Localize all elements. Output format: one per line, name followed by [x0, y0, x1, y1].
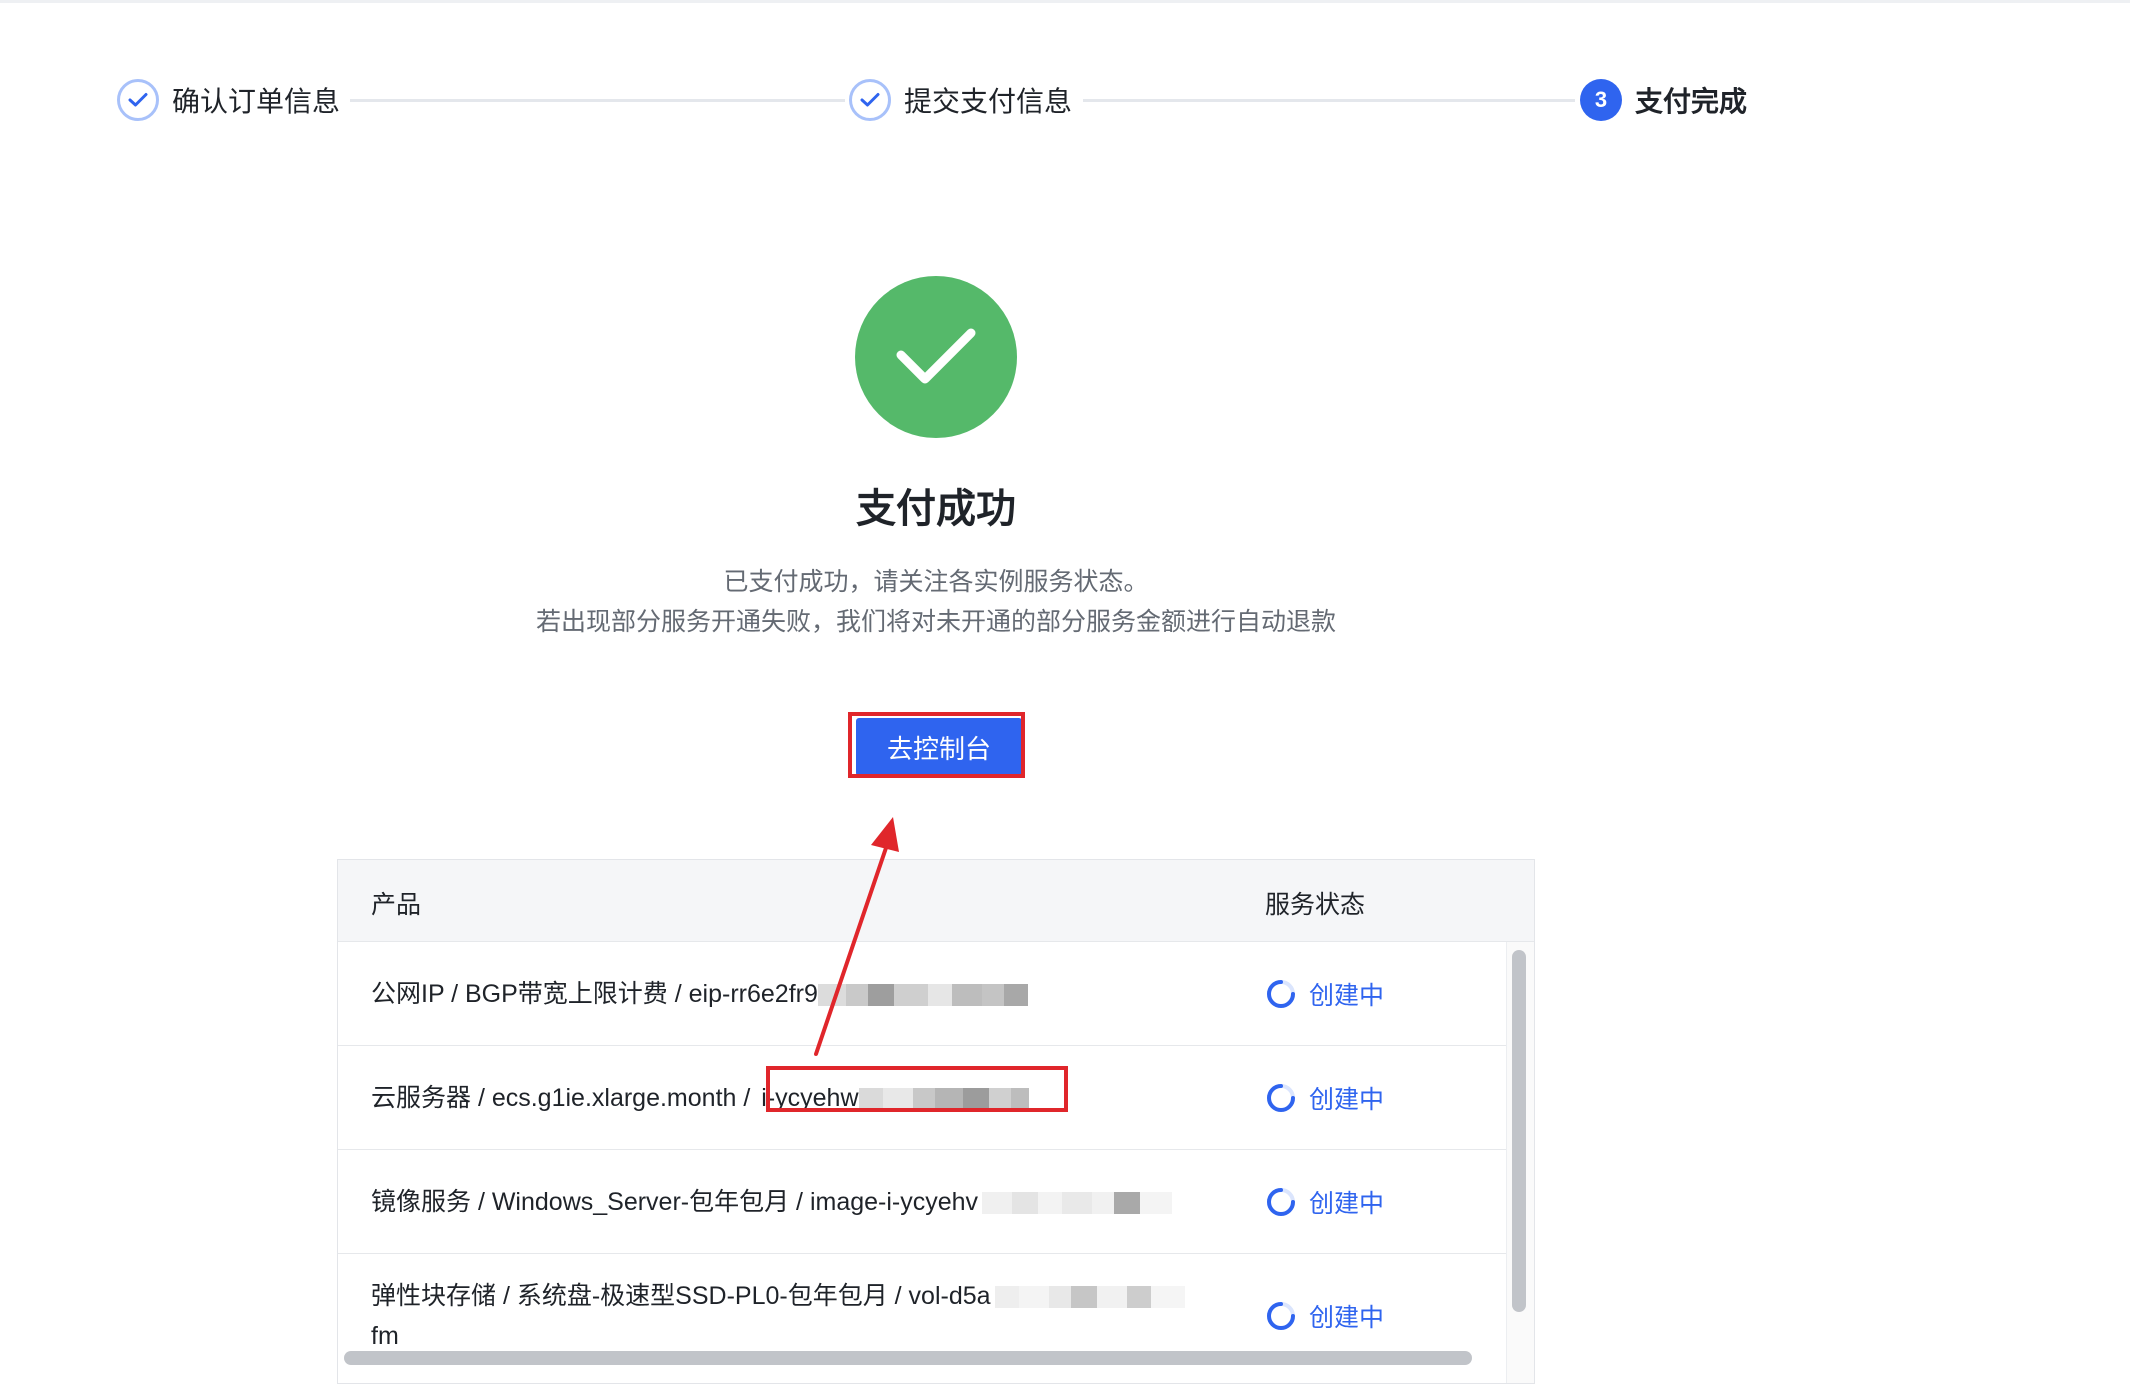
vertical-scrollbar-thumb[interactable]	[1512, 950, 1526, 1312]
step-submit-payment: 提交支付信息	[849, 76, 1072, 124]
product-cell: 镜像服务 / Windows_Server-包年包月 / image-i-ycy…	[371, 1182, 1173, 1222]
go-to-console-button[interactable]: 去控制台	[856, 718, 1022, 776]
loading-spinner-icon	[1267, 1188, 1295, 1216]
step-confirm-order: 确认订单信息	[117, 76, 340, 124]
step-label-submit-payment: 提交支付信息	[904, 86, 1073, 117]
step-label-payment-complete: 支付完成	[1635, 86, 1748, 117]
status-cell: 创建中	[1265, 1184, 1384, 1220]
redacted-mosaic	[994, 1286, 1185, 1309]
success-title: 支付成功	[856, 487, 1016, 531]
table-row: 公网IP / BGP带宽上限计费 / eip-rr6e2fr9 创建中	[338, 942, 1506, 1046]
product-name: 镜像服务 / Windows_Server-包年包月 / image-i-ycy…	[371, 1188, 979, 1216]
step-label-confirm-order: 确认订单信息	[172, 86, 341, 117]
redacted-mosaic	[858, 1088, 1029, 1111]
loading-spinner-icon	[1267, 1302, 1295, 1330]
step-payment-complete: 3 支付完成	[1580, 76, 1747, 124]
step-number-badge: 3	[1580, 79, 1622, 121]
table-header: 产品 服务状态	[338, 860, 1534, 942]
check-icon	[849, 79, 891, 121]
product-cell: 云服务器 / ecs.g1ie.xlarge.month / i-ycyehw	[371, 1078, 1029, 1118]
redacted-mosaic	[982, 1192, 1173, 1215]
instance-id[interactable]: i-ycyehw	[761, 1084, 858, 1112]
status-creating: 创建中	[1309, 1190, 1385, 1218]
status-cell: 创建中	[1265, 1080, 1384, 1116]
status-cell: 创建中	[1265, 1298, 1384, 1334]
column-header-status: 服务状态	[1265, 891, 1366, 919]
horizontal-scrollbar-thumb[interactable]	[344, 1351, 1472, 1365]
product-name: 云服务器 / ecs.g1ie.xlarge.month /	[371, 1084, 758, 1112]
success-desc-line-1: 已支付成功，请关注各实例服务状态。	[723, 568, 1149, 596]
table-row: 云服务器 / ecs.g1ie.xlarge.month / i-ycyehw …	[338, 1046, 1506, 1150]
table-row: 镜像服务 / Windows_Server-包年包月 / image-i-ycy…	[338, 1150, 1506, 1254]
status-creating: 创建中	[1309, 1304, 1385, 1332]
progress-stepper: 确认订单信息 提交支付信息 3 支付完成	[0, 0, 2130, 200]
step-connector-2	[1083, 99, 1575, 102]
loading-spinner-icon	[1267, 1084, 1295, 1112]
table-row: 弹性块存储 / 系统盘-极速型SSD-PL0-包年包月 / vol-d5a fm…	[338, 1254, 1506, 1358]
status-creating: 创建中	[1309, 982, 1385, 1010]
service-table: 产品 服务状态 公网IP / BGP带宽上限计费 / eip-rr6e2fr9 …	[337, 859, 1535, 1384]
product-cell: 公网IP / BGP带宽上限计费 / eip-rr6e2fr9	[371, 974, 1028, 1014]
check-icon	[117, 79, 159, 121]
success-desc-line-2: 若出现部分服务开通失败，我们将对未开通的部分服务金额进行自动退款	[535, 608, 1336, 636]
loading-spinner-icon	[1267, 980, 1295, 1008]
redacted-mosaic	[817, 984, 1028, 1007]
product-name: 弹性块存储 / 系统盘-极速型SSD-PL0-包年包月 / vol-d5a	[371, 1282, 991, 1310]
status-creating: 创建中	[1309, 1086, 1385, 1114]
product-name-continued: fm	[371, 1322, 399, 1350]
product-name: 公网IP / BGP带宽上限计费 / eip-rr6e2fr9	[371, 980, 818, 1008]
success-check-icon	[855, 276, 1017, 438]
success-description: 已支付成功，请关注各实例服务状态。 若出现部分服务开通失败，我们将对未开通的部分…	[0, 562, 1872, 642]
column-header-product: 产品	[371, 891, 422, 919]
product-cell: 弹性块存储 / 系统盘-极速型SSD-PL0-包年包月 / vol-d5a fm	[371, 1276, 1185, 1356]
status-cell: 创建中	[1265, 976, 1384, 1012]
step-connector-1	[350, 99, 845, 102]
